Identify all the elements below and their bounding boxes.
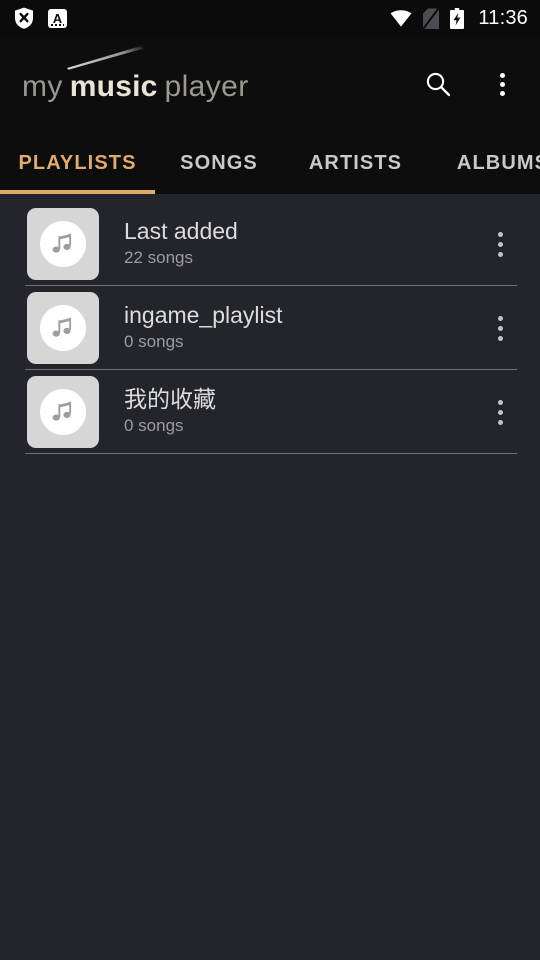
- list-item[interactable]: Last added 22 songs: [0, 202, 540, 286]
- status-bar-left-icons: A: [14, 7, 67, 29]
- tab-playlists[interactable]: PLAYLISTS: [0, 132, 155, 194]
- tab-artists[interactable]: ARTISTS: [283, 132, 428, 194]
- app-bar-actions: [416, 62, 524, 106]
- playlist-thumbnail: [27, 376, 99, 448]
- list-item-overflow-button[interactable]: [476, 382, 524, 442]
- tab-bar: PLAYLISTS SONGS ARTISTS ALBUMS: [0, 132, 540, 194]
- wifi-icon: [391, 9, 412, 27]
- thumbnail-circle: [40, 389, 86, 435]
- battery-charging-icon: [450, 7, 465, 29]
- playlist-list: Last added 22 songs ingame_playlist 0 so…: [0, 194, 540, 454]
- playlist-text: ingame_playlist 0 songs: [99, 303, 476, 353]
- logo-text-my: my: [22, 70, 63, 103]
- thumbnail-circle: [40, 221, 86, 267]
- playlist-title: 我的收藏: [124, 387, 216, 412]
- logo-text-player: player: [164, 70, 249, 103]
- playlist-title: ingame_playlist: [124, 303, 283, 328]
- playlist-subtitle: 0 songs: [124, 332, 184, 351]
- app-bar: my music player: [0, 36, 540, 132]
- no-sim-card-icon: [423, 7, 440, 29]
- tab-albums[interactable]: ALBUMS: [428, 132, 540, 194]
- content-area: Last added 22 songs ingame_playlist 0 so…: [0, 194, 540, 960]
- ime-keyboard-icon: A: [48, 8, 67, 28]
- music-note-icon: [52, 401, 72, 421]
- music-note-icon: [52, 317, 72, 337]
- playlist-subtitle: 0 songs: [124, 416, 184, 435]
- search-button[interactable]: [416, 62, 460, 106]
- app-logo: my music player: [22, 45, 249, 104]
- status-bar-right-icons: 11:36: [390, 7, 528, 29]
- tab-songs[interactable]: SONGS: [155, 132, 283, 194]
- shield-x-icon: [15, 7, 33, 29]
- status-bar-clock: 11:36: [478, 7, 528, 29]
- playlist-thumbnail: [27, 208, 99, 280]
- list-item[interactable]: 我的收藏 0 songs: [0, 370, 540, 454]
- tab-active-indicator: [0, 190, 155, 194]
- list-item-overflow-button[interactable]: [476, 214, 524, 274]
- playlist-subtitle: 22 songs: [124, 248, 193, 267]
- playlist-text: Last added 22 songs: [99, 219, 476, 269]
- thumbnail-circle: [40, 305, 86, 351]
- logo-swoosh-icon: [67, 45, 144, 70]
- playlist-text: 我的收藏 0 songs: [99, 387, 476, 437]
- search-icon: [426, 72, 451, 97]
- logo-text-music: music: [69, 70, 158, 103]
- status-bar: A 11:36: [0, 0, 540, 36]
- list-item[interactable]: ingame_playlist 0 songs: [0, 286, 540, 370]
- overflow-menu-button[interactable]: [480, 62, 524, 106]
- playlist-thumbnail: [27, 292, 99, 364]
- playlist-title: Last added: [124, 219, 238, 244]
- more-vert-icon: [499, 72, 505, 96]
- music-note-icon: [52, 233, 72, 253]
- list-item-overflow-button[interactable]: [476, 298, 524, 358]
